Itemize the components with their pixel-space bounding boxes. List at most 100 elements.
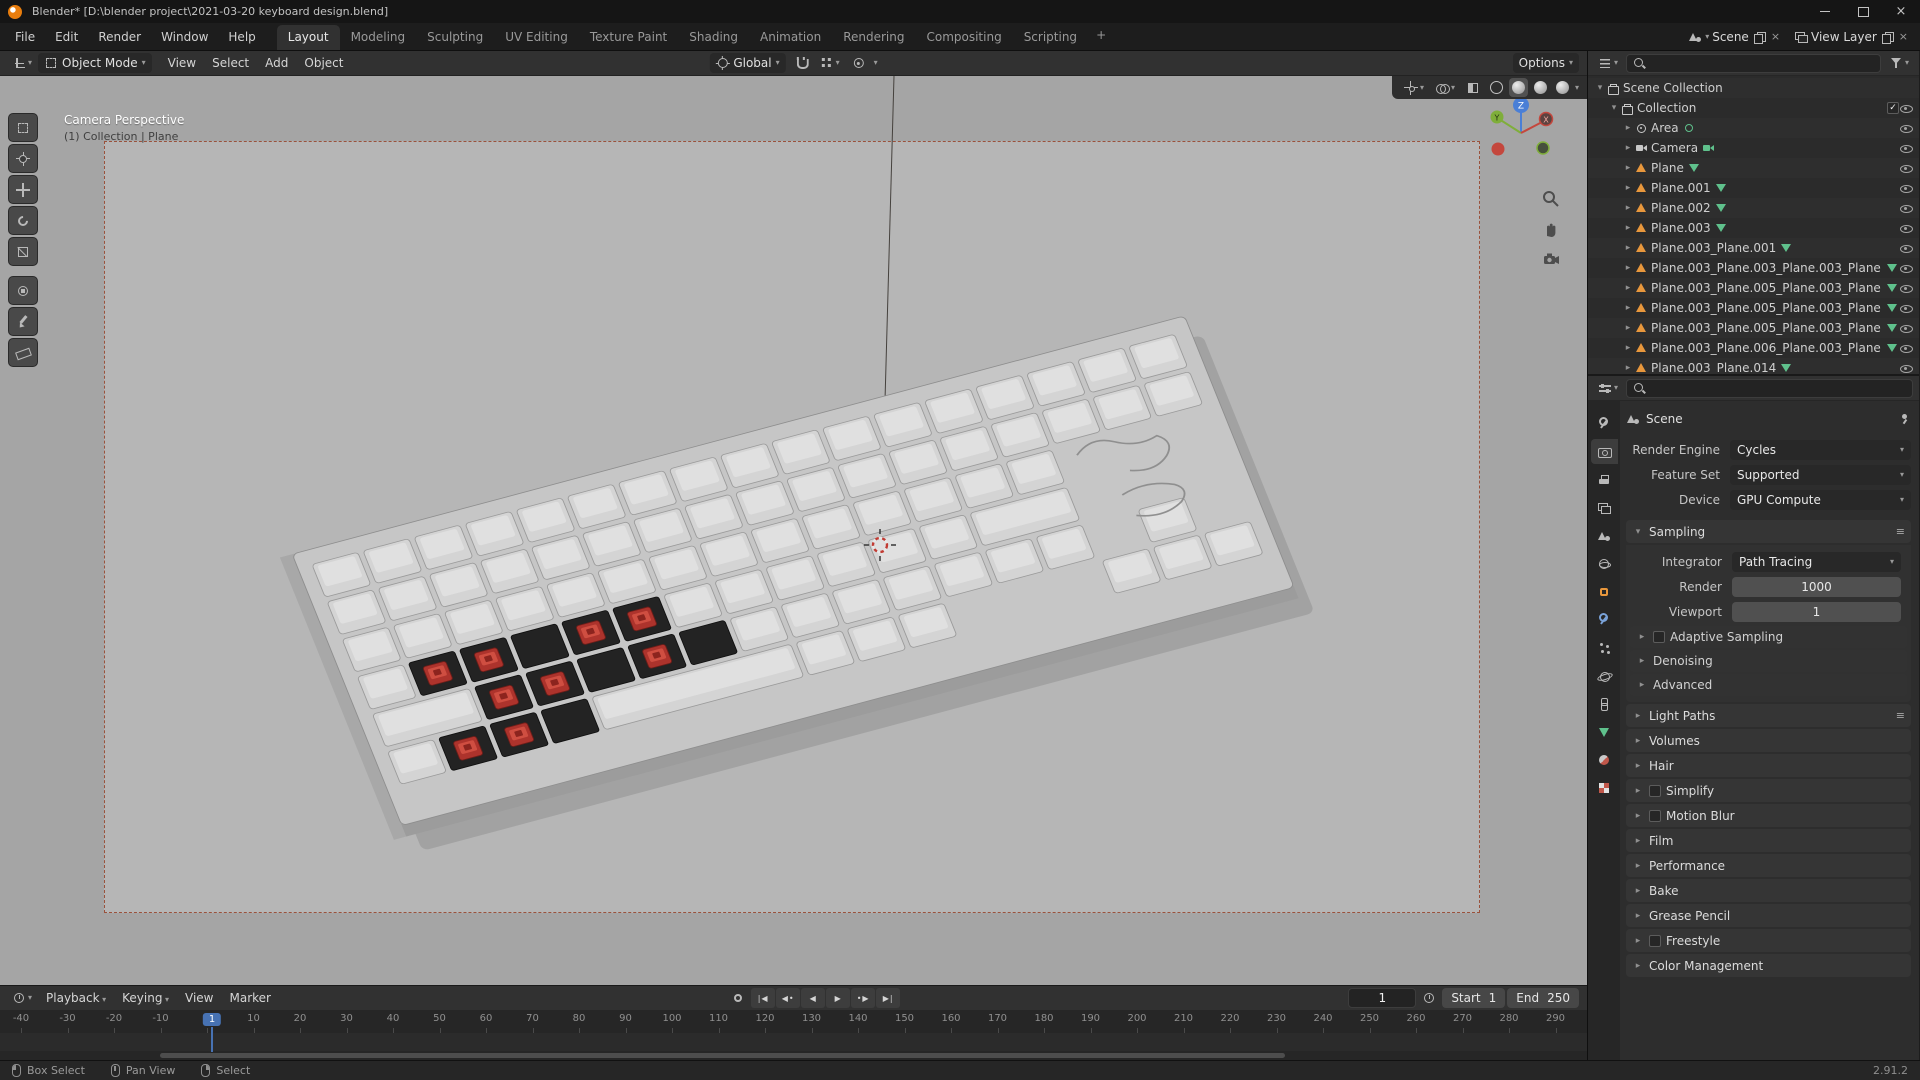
menubar-item[interactable]: Edit [46, 27, 87, 47]
tool-button[interactable] [8, 338, 38, 367]
camera-view-icon[interactable] [1541, 249, 1561, 269]
hide-eye-icon[interactable] [1899, 321, 1913, 335]
tool-button[interactable] [8, 276, 38, 305]
outliner-row[interactable]: Plane.003_Plane.006_Plane.003_Plane. [1588, 338, 1919, 358]
viewport-menu-item[interactable]: View [160, 53, 204, 73]
close-button[interactable]: × [1882, 0, 1920, 23]
zoom-icon[interactable] [1541, 189, 1561, 209]
properties-tab[interactable] [1591, 495, 1618, 520]
hide-eye-icon[interactable] [1899, 361, 1913, 374]
shading-solid-button[interactable] [1508, 78, 1528, 97]
disclosure-caret[interactable] [1622, 303, 1634, 313]
proportional-edit-toggle[interactable] [848, 53, 870, 73]
outliner-row[interactable]: Plane.003_Plane.005_Plane.003_Plane. [1588, 278, 1919, 298]
timeline-menu-item[interactable]: View [177, 988, 221, 1008]
playback-button[interactable] [851, 988, 876, 1008]
outliner-row[interactable]: Scene Collection [1588, 78, 1919, 98]
timeline-menu-item[interactable]: Keying [114, 988, 177, 1008]
properties-tab[interactable] [1591, 411, 1618, 436]
disclosure-caret[interactable] [1622, 203, 1634, 213]
hide-eye-icon[interactable] [1899, 141, 1913, 155]
playback-button[interactable] [801, 988, 826, 1008]
playback-button[interactable] [776, 988, 801, 1008]
properties-tab[interactable] [1591, 607, 1618, 632]
hide-eye-icon[interactable] [1899, 181, 1913, 195]
disclosure-caret[interactable] [1622, 183, 1634, 193]
outliner-row[interactable]: Plane.003_Plane.005_Plane.003_Plane. [1588, 318, 1919, 338]
workspace-tab[interactable]: Compositing [915, 25, 1012, 50]
xray-toggle[interactable] [1462, 78, 1484, 98]
snap-target-dropdown[interactable]: ▾ [816, 53, 844, 73]
workspace-tab[interactable]: Shading [678, 25, 749, 50]
properties-section-header[interactable]: Color Management [1626, 954, 1911, 977]
properties-section-header[interactable]: Motion Blur [1626, 804, 1911, 827]
frame-end-field[interactable]: End 250 [1507, 988, 1579, 1008]
show-gizmo-dropdown[interactable]: ▾ [1400, 78, 1428, 98]
properties-tab[interactable] [1590, 439, 1618, 464]
workspace-tab[interactable]: Sculpting [416, 25, 494, 50]
timeline-body[interactable] [0, 1033, 1587, 1051]
snap-toggle[interactable] [790, 53, 812, 73]
properties-section-header[interactable]: Volumes [1626, 729, 1911, 752]
timeline-editor-type-button[interactable]: ▾ [8, 988, 36, 1008]
workspace-tab[interactable]: Layout [276, 25, 340, 50]
disclosure-caret[interactable] [1594, 83, 1606, 93]
proportional-dropdown[interactable]: ▾ [874, 59, 878, 67]
minimize-button[interactable] [1806, 0, 1844, 23]
new-scene-icon[interactable] [1752, 30, 1766, 44]
properties-tab[interactable] [1591, 635, 1618, 660]
outliner-row[interactable]: Collection [1588, 98, 1919, 118]
pan-hand-icon[interactable] [1541, 219, 1561, 239]
outliner-row[interactable]: Plane.002 [1588, 198, 1919, 218]
view-layer-selector[interactable]: View Layer × [1790, 26, 1914, 48]
sampling-panel-header[interactable]: Sampling ≡ [1626, 520, 1911, 543]
tool-button[interactable] [8, 206, 38, 235]
disclosure-caret[interactable] [1622, 363, 1634, 373]
playback-button[interactable] [876, 988, 901, 1008]
field-dropdown[interactable]: Cycles ▾ [1730, 439, 1911, 460]
hide-eye-icon[interactable] [1899, 101, 1913, 115]
disclosure-caret[interactable] [1622, 323, 1634, 333]
collection-checkbox[interactable] [1887, 102, 1899, 114]
outliner-search-input[interactable] [1626, 53, 1881, 73]
disclosure-caret[interactable] [1622, 343, 1634, 353]
outliner-row[interactable]: Plane.003_Plane.014 [1588, 358, 1919, 374]
hide-eye-icon[interactable] [1899, 341, 1913, 355]
options-dropdown[interactable]: Options ▾ [1512, 53, 1579, 73]
properties-section-header[interactable]: Grease Pencil [1626, 904, 1911, 927]
mode-dropdown[interactable]: Object Mode ▾ [38, 53, 152, 73]
menubar-item[interactable]: File [6, 27, 44, 47]
frame-start-field[interactable]: Start 1 [1442, 988, 1506, 1008]
section-checkbox[interactable] [1649, 934, 1661, 947]
shading-dropdown[interactable]: ▾ [1575, 83, 1579, 92]
subsection-checkbox[interactable] [1653, 631, 1665, 643]
playback-button[interactable] [751, 988, 776, 1008]
menubar-item[interactable]: Render [89, 27, 150, 47]
properties-tab[interactable] [1591, 775, 1618, 800]
outliner-editor-type-button[interactable]: ▾ [1594, 53, 1622, 73]
outliner-row[interactable]: Plane.003 [1588, 218, 1919, 238]
disclosure-caret[interactable] [1622, 143, 1634, 153]
scene-selector[interactable]: ▾ Scene × [1684, 26, 1786, 48]
panel-menu-icon[interactable]: ≡ [1896, 709, 1905, 722]
disclosure-caret[interactable] [1622, 223, 1634, 233]
outliner-row[interactable]: Plane.001 [1588, 178, 1919, 198]
tool-button[interactable] [8, 307, 38, 336]
properties-tab[interactable] [1591, 719, 1618, 744]
properties-tab[interactable] [1591, 467, 1618, 492]
viewport-menu-item[interactable]: Object [296, 53, 351, 73]
workspace-tab[interactable]: Modeling [340, 25, 417, 50]
panel-menu-icon[interactable]: ≡ [1896, 525, 1905, 538]
outliner-row[interactable]: Plane.003_Plane.005_Plane.003_Plane. [1588, 298, 1919, 318]
disclosure-caret[interactable] [1622, 263, 1634, 273]
disclosure-caret[interactable] [1608, 103, 1620, 113]
disclosure-caret[interactable] [1622, 283, 1634, 293]
disclosure-caret[interactable] [1622, 243, 1634, 253]
menubar-item[interactable]: Window [152, 27, 217, 47]
menubar-item[interactable]: Help [219, 27, 264, 47]
properties-section-header[interactable]: Simplify [1626, 779, 1911, 802]
hide-eye-icon[interactable] [1899, 241, 1913, 255]
workspace-tab[interactable]: Rendering [832, 25, 915, 50]
hide-eye-icon[interactable] [1899, 221, 1913, 235]
subsection-header[interactable]: Adaptive Sampling [1630, 626, 1907, 648]
